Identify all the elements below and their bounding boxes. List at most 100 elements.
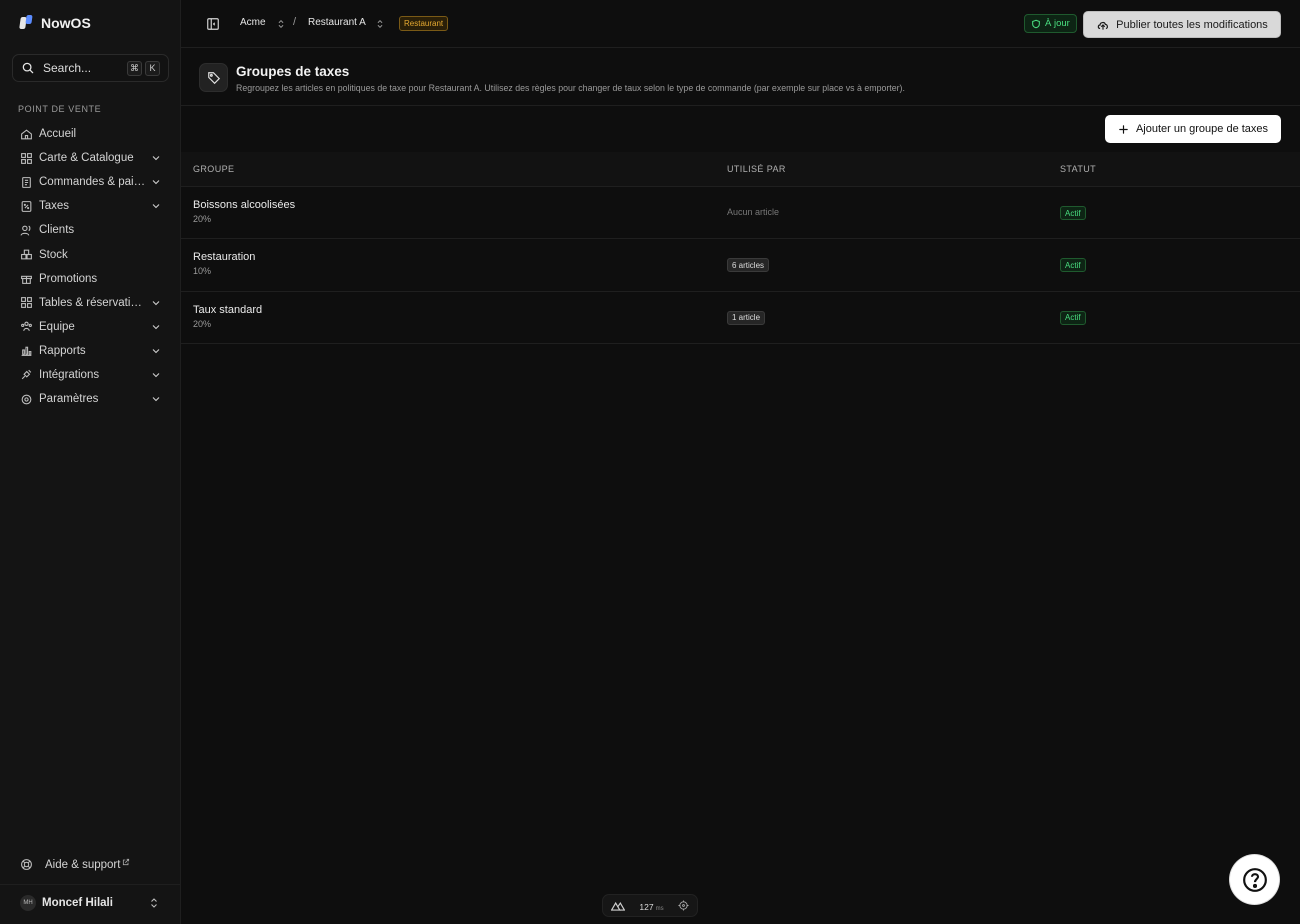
sync-status-label: À jour bbox=[1045, 18, 1070, 29]
group-name: Boissons alcoolisées bbox=[193, 199, 296, 211]
user-menu[interactable]: MH Moncef Hilali bbox=[20, 895, 160, 911]
sidebar-item-label: Paramètres bbox=[39, 393, 99, 406]
location-selector[interactable]: Restaurant A bbox=[308, 17, 366, 28]
topbar: Acme / Restaurant A Restaurant À jour Pu… bbox=[181, 0, 1300, 48]
breadcrumb-separator: / bbox=[293, 16, 297, 28]
sync-status-badge: À jour bbox=[1024, 14, 1077, 33]
table-row[interactable]: Taux standard 20% 1 article Actif bbox=[181, 292, 1300, 344]
nowos-logo-icon bbox=[19, 15, 34, 31]
page-title: Groupes de taxes bbox=[236, 64, 350, 79]
receipt-icon bbox=[22, 176, 31, 188]
performance-widget[interactable]: 127 ms bbox=[602, 894, 698, 917]
brand-name: NowOS bbox=[41, 15, 91, 31]
sidebar-item-accueil[interactable]: Accueil bbox=[12, 122, 170, 146]
sidebar-item-label: Promotions bbox=[39, 272, 98, 285]
search-input[interactable] bbox=[43, 61, 123, 75]
chevron-down-icon[interactable] bbox=[150, 176, 162, 188]
group-rate: 10% bbox=[193, 266, 212, 277]
column-header-used-by[interactable]: UTILISÉ PAR bbox=[727, 164, 786, 174]
tax-icon bbox=[21, 200, 32, 212]
status-badge: Actif bbox=[1060, 206, 1086, 220]
chevron-down-icon[interactable] bbox=[150, 297, 162, 309]
home-icon bbox=[21, 129, 32, 139]
search-box[interactable]: ⌘ K bbox=[12, 54, 169, 82]
gear-icon bbox=[21, 394, 32, 404]
avatar: MH bbox=[20, 895, 36, 911]
column-header-group[interactable]: GROUPE bbox=[193, 164, 234, 174]
group-rate: 20% bbox=[193, 318, 212, 329]
group-name: Taux standard bbox=[193, 303, 263, 316]
plus-icon bbox=[1119, 124, 1128, 134]
sidebar-item-label: Équipe bbox=[39, 320, 75, 333]
chevrons-up-down-icon[interactable] bbox=[375, 17, 385, 31]
nuxt-logo-icon bbox=[611, 901, 625, 911]
sidebar-item-taxes[interactable]: Taxes bbox=[12, 194, 170, 218]
chart-icon bbox=[21, 347, 32, 357]
sidebar-item-label: Tables & réservations bbox=[39, 296, 146, 309]
sidebar-item-clients[interactable]: Clients bbox=[12, 218, 170, 242]
chevron-down-icon[interactable] bbox=[150, 152, 162, 164]
section-label: POINT DE VENTE bbox=[18, 104, 102, 114]
add-tax-group-label: Ajouter un groupe de taxes bbox=[1135, 123, 1269, 135]
sidebar-item-label: Taxes bbox=[39, 200, 70, 213]
location-type-badge: Restaurant bbox=[399, 16, 449, 31]
page-header: Groupes de taxes Regroupez les articles … bbox=[181, 49, 1300, 106]
used-by-value: Aucun article bbox=[727, 207, 780, 217]
search-shortcut: ⌘ K bbox=[127, 60, 160, 76]
column-header-status[interactable]: STATUT bbox=[1060, 164, 1096, 174]
add-tax-group-button[interactable]: Ajouter un groupe de taxes bbox=[1105, 115, 1281, 143]
chevron-down-icon[interactable] bbox=[150, 345, 162, 357]
perf-unit: ms bbox=[655, 905, 664, 912]
table-header: GROUPE UTILISÉ PAR STATUT bbox=[181, 152, 1300, 187]
used-by-chip[interactable]: 6 articles bbox=[727, 258, 770, 273]
org-selector[interactable]: Acme bbox=[240, 17, 266, 28]
grid-icon bbox=[21, 152, 32, 164]
sidebar-item-label: Intégrations bbox=[39, 368, 100, 381]
chevron-down-icon[interactable] bbox=[150, 393, 162, 405]
sidebar-item-tables[interactable]: Tables & réservations bbox=[12, 291, 170, 315]
sidebar-item-stock[interactable]: Stock bbox=[12, 242, 170, 266]
sidebar-item-rapports[interactable]: Rapports bbox=[12, 339, 170, 363]
sidebar-item-carte-catalogue[interactable]: Carte & Catalogue bbox=[12, 146, 170, 170]
gift-icon bbox=[21, 275, 32, 285]
help-support-label: Aide & support bbox=[45, 858, 121, 871]
sidebar-item-promotions[interactable]: Promotions bbox=[12, 267, 170, 291]
chevron-down-icon[interactable] bbox=[150, 369, 162, 381]
sidebar-item-integrations[interactable]: Intégrations bbox=[12, 363, 170, 387]
sidebar-item-label: Commandes & paiements bbox=[39, 176, 146, 189]
chevrons-up-down-icon[interactable] bbox=[276, 17, 286, 31]
user-name: Moncef Hilali bbox=[42, 897, 113, 909]
table-row[interactable]: Boissons alcoolisées 20% Aucun article A… bbox=[181, 187, 1300, 240]
question-icon bbox=[1242, 867, 1267, 892]
help-support-link[interactable]: Aide & support bbox=[20, 858, 130, 871]
sidebar-item-label: Stock bbox=[39, 248, 68, 261]
chevron-down-icon[interactable] bbox=[150, 321, 162, 333]
crosshair-icon[interactable] bbox=[678, 900, 689, 911]
sidebar-item-commandes[interactable]: Commandes & paiements bbox=[12, 170, 170, 194]
perf-value: 127 bbox=[639, 901, 654, 912]
sidebar-toggle-icon[interactable] bbox=[206, 17, 220, 31]
page-subtitle: Regroupez les articles en politiques de … bbox=[236, 83, 905, 93]
used-by-chip[interactable]: 1 article bbox=[727, 310, 766, 325]
group-name: Restauration bbox=[193, 251, 256, 264]
lifebuoy-icon bbox=[21, 859, 32, 870]
sidebar-item-equipe[interactable]: Équipe bbox=[12, 315, 170, 339]
sidebar-item-label: Clients bbox=[39, 224, 75, 237]
divider bbox=[0, 884, 181, 885]
status-badge: Actif bbox=[1060, 258, 1086, 273]
chevron-down-icon[interactable] bbox=[150, 200, 162, 212]
sidebar: NowOS ⌘ K POINT DE VENTE Accueil Carte &… bbox=[0, 0, 181, 924]
brand[interactable]: NowOS bbox=[19, 15, 91, 31]
publish-all-button[interactable]: Publier toutes les modifications bbox=[1083, 11, 1281, 38]
sidebar-item-parametres[interactable]: Paramètres bbox=[12, 387, 170, 411]
table-row[interactable]: Restauration 10% 6 articles Actif bbox=[181, 239, 1300, 292]
page-icon bbox=[199, 63, 228, 92]
tag-icon bbox=[207, 71, 220, 84]
sidebar-item-label: Accueil bbox=[39, 128, 77, 141]
sidebar-item-label: Carte & Catalogue bbox=[39, 152, 134, 165]
perf-readout: 127 ms bbox=[639, 899, 663, 913]
layout-icon bbox=[21, 297, 32, 309]
kbd-cmd: ⌘ bbox=[127, 60, 142, 76]
sidebar-item-label: Rapports bbox=[39, 344, 86, 357]
help-button[interactable] bbox=[1230, 855, 1279, 904]
